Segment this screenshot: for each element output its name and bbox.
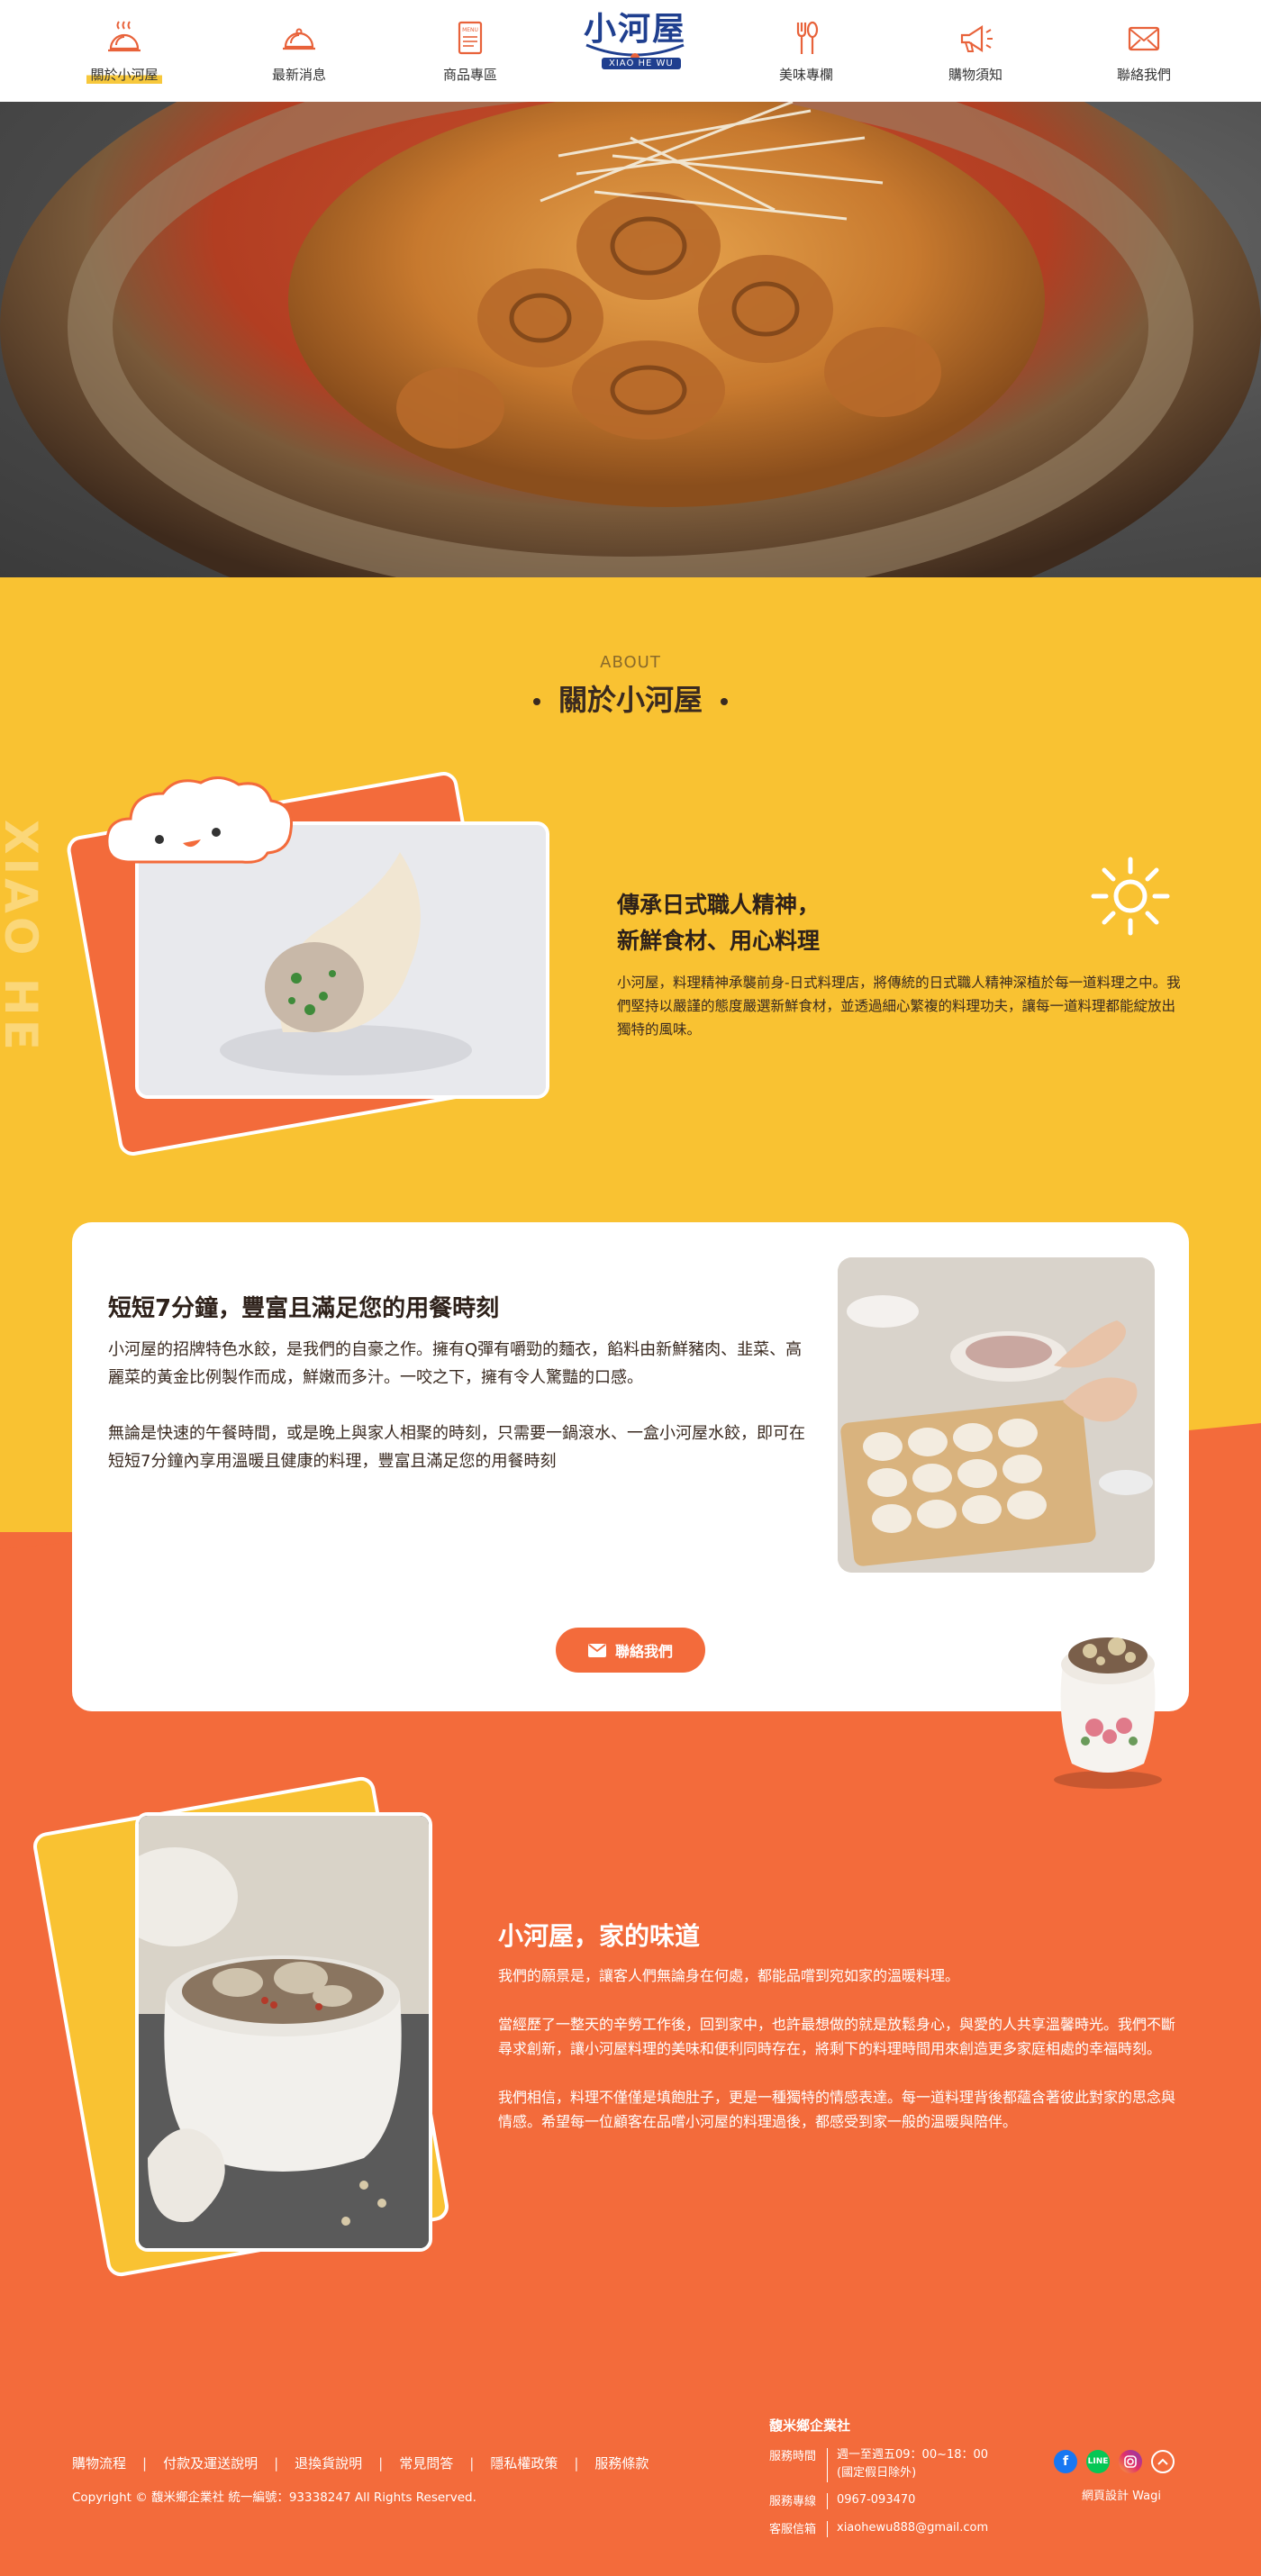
footer-link-shopping-process[interactable]: 購物流程 bbox=[72, 2455, 126, 2472]
section1-body: 小河屋，料理精神承襲前身-日式料理店，將傳統的日式職人精神深植於每一道料理之中。… bbox=[617, 975, 1181, 1038]
service-phone-label: 服務專線 bbox=[769, 2495, 817, 2508]
bullet-dot bbox=[721, 698, 728, 705]
footer-link-terms[interactable]: 服務條款 bbox=[594, 2455, 649, 2472]
envelope-icon bbox=[1128, 26, 1160, 51]
section3-body: 我們的願景是，讓客人們無論身在何處，都能品嚐到宛如家的溫暖料理。 當經歷了一整天… bbox=[498, 1964, 1187, 2158]
copyright: Copyright © 馥米鄉企業社 統一編號：93338247 All Rig… bbox=[72, 2490, 476, 2505]
logo-text-cn: 小河屋 bbox=[583, 10, 686, 48]
herbal-soup-photo bbox=[135, 1812, 432, 2252]
dumpling-tray-image bbox=[838, 1257, 1155, 1573]
designer-credit: 網頁設計 Wagi bbox=[1082, 2490, 1161, 2503]
about-eyebrow: ABOUT bbox=[600, 653, 661, 672]
nav-item-label: 美味專欄 bbox=[778, 67, 833, 83]
chevron-up-icon bbox=[1157, 2458, 1168, 2465]
section1-title-line2: 新鮮食材、用心料理 bbox=[617, 928, 821, 954]
hero-banner-image bbox=[0, 102, 1261, 577]
envelope-icon bbox=[587, 1643, 606, 1657]
section2-body: 小河屋的招牌特色水餃，是我們的自豪之作。擁有Q彈有嚼勁的麵衣，餡料由新鮮豬肉、韭… bbox=[108, 1336, 806, 1503]
contact-us-button-label: 聯絡我們 bbox=[614, 1643, 673, 1660]
facebook-icon[interactable]: f bbox=[1054, 2450, 1077, 2473]
nav-item-contact[interactable]: 聯絡我們 bbox=[1090, 18, 1198, 84]
nav-item-label: 聯絡我們 bbox=[1116, 67, 1171, 83]
footer-links: 購物流程 | 付款及運送說明 | 退換貨說明 | 常見問答 | 隱私權政策 | 服務條款 bbox=[72, 2454, 649, 2472]
braised-tofu-skin-plate-image bbox=[0, 102, 1261, 577]
nav-item-shopping-info[interactable]: 購物須知 bbox=[921, 18, 1030, 84]
footer-link-divider: | bbox=[574, 2455, 579, 2472]
section3-paragraph: 當經歷了一整天的辛勞工作後，回到家中，也許最想做的就是放鬆身心，與愛的人共享溫馨… bbox=[498, 2016, 1176, 2057]
social-links: f LINE bbox=[1054, 2450, 1175, 2473]
footer-link-returns[interactable]: 退換貨說明 bbox=[295, 2455, 362, 2472]
service-email-label: 客服信箱 bbox=[769, 2523, 817, 2536]
cloche-steam-icon bbox=[108, 21, 141, 52]
footer-link-payment-shipping[interactable]: 付款及運送說明 bbox=[163, 2455, 258, 2472]
service-email-value[interactable]: xiaohewu888@gmail.com bbox=[837, 2519, 988, 2537]
footer-company-name: 馥米鄉企業社 bbox=[769, 2417, 851, 2434]
herbal-soup-image bbox=[139, 1816, 429, 2248]
nav-item-label: 最新消息 bbox=[271, 67, 326, 83]
about-heading: 關於小河屋 bbox=[0, 677, 1261, 719]
section2-title: 短短7分鐘，豐富且滿足您的用餐時刻 bbox=[108, 1295, 500, 1322]
section1-title: 傳承日式職人精神， 新鮮食材、用心料理 bbox=[617, 887, 995, 959]
service-hours-line2: (國定假日除外) bbox=[837, 2466, 917, 2480]
service-email: 客服信箱 xiaohewu888@gmail.com bbox=[769, 2519, 988, 2537]
section1-title-line1: 傳承日式職人精神， bbox=[617, 892, 821, 918]
nav-item-column[interactable]: 美味專欄 bbox=[752, 18, 860, 84]
divider bbox=[827, 2493, 828, 2509]
service-hours-label: 服務時間 bbox=[769, 2450, 817, 2463]
nav-item-label: 關於小河屋 bbox=[86, 65, 162, 84]
bullet-dot bbox=[532, 698, 540, 705]
nav-item-label: 商品專區 bbox=[442, 67, 497, 83]
section3-paragraph: 我們的願景是，讓客人們無論身在何處，都能品嚐到宛如家的溫暖料理。 bbox=[498, 1967, 960, 1984]
section2-paragraph: 無論是快速的午餐時間，或是晚上與家人相聚的時刻，只需要一鍋滾水、一盒小河屋水餃，… bbox=[108, 1424, 805, 1471]
nav-item-about[interactable]: 關於小河屋 bbox=[70, 18, 178, 84]
service-phone-value[interactable]: 0967-093470 bbox=[837, 2491, 915, 2509]
megaphone-icon bbox=[960, 24, 993, 53]
nav-item-news[interactable]: 最新消息 bbox=[245, 18, 353, 84]
top-nav: 關於小河屋 最新消息 MENU 商品專區 小河屋 XIAO HE WU 美味專欄… bbox=[0, 0, 1261, 102]
dumpling-making-photo bbox=[838, 1257, 1155, 1573]
footer-link-divider: | bbox=[274, 2455, 279, 2472]
divider bbox=[827, 2448, 828, 2482]
cloud-mascot-icon bbox=[105, 776, 294, 864]
service-hours-line1: 週一至週五09：00~18：00 bbox=[837, 2448, 989, 2462]
contact-us-button[interactable]: 聯絡我們 bbox=[556, 1628, 705, 1673]
cloche-icon bbox=[283, 28, 315, 50]
service-hours: 服務時間 週一至週五09：00~18：00 (國定假日除外) bbox=[769, 2446, 988, 2482]
section3-paragraph: 我們相信，料理不僅僅是填飽肚子，更是一種獨特的情感表達。每一道料理背後都蘊含著彼… bbox=[498, 2089, 1176, 2130]
menu-book-icon: MENU bbox=[458, 21, 483, 55]
back-to-top-icon[interactable] bbox=[1151, 2450, 1175, 2473]
svg-text:MENU: MENU bbox=[462, 27, 478, 33]
service-phone: 服務專線 0967-093470 bbox=[769, 2491, 915, 2509]
instagram-glyph-icon bbox=[1124, 2455, 1137, 2468]
footer-link-privacy[interactable]: 隱私權政策 bbox=[490, 2455, 558, 2472]
vertical-brand-text: XIAO HE WU bbox=[0, 820, 47, 1054]
service-hours-value: 週一至週五09：00~18：00 (國定假日除外) bbox=[837, 2446, 988, 2482]
divider bbox=[827, 2521, 828, 2537]
sun-icon bbox=[1091, 857, 1170, 936]
footer-link-divider: | bbox=[469, 2455, 475, 2472]
nav-item-products[interactable]: MENU 商品專區 bbox=[416, 18, 524, 84]
nav-item-label: 購物須知 bbox=[948, 67, 1002, 83]
footer-link-divider: | bbox=[378, 2455, 384, 2472]
about-heading-text: 關於小河屋 bbox=[558, 683, 703, 717]
line-icon[interactable]: LINE bbox=[1086, 2450, 1110, 2473]
instagram-icon[interactable] bbox=[1119, 2450, 1142, 2473]
soup-jar-image bbox=[1054, 1637, 1162, 1789]
section2-paragraph: 小河屋的招牌特色水餃，是我們的自豪之作。擁有Q彈有嚼勁的麵衣，餡料由新鮮豬肉、韭… bbox=[108, 1340, 803, 1387]
footer-link-faq[interactable]: 常見問答 bbox=[399, 2455, 453, 2472]
fork-spoon-icon bbox=[796, 21, 819, 54]
brand-logo[interactable]: 小河屋 XIAO HE WU bbox=[576, 9, 694, 92]
footer-link-divider: | bbox=[142, 2455, 148, 2472]
logo-text-en: XIAO HE WU bbox=[602, 58, 681, 69]
section3-title: 小河屋，家的味道 bbox=[498, 1921, 701, 1951]
